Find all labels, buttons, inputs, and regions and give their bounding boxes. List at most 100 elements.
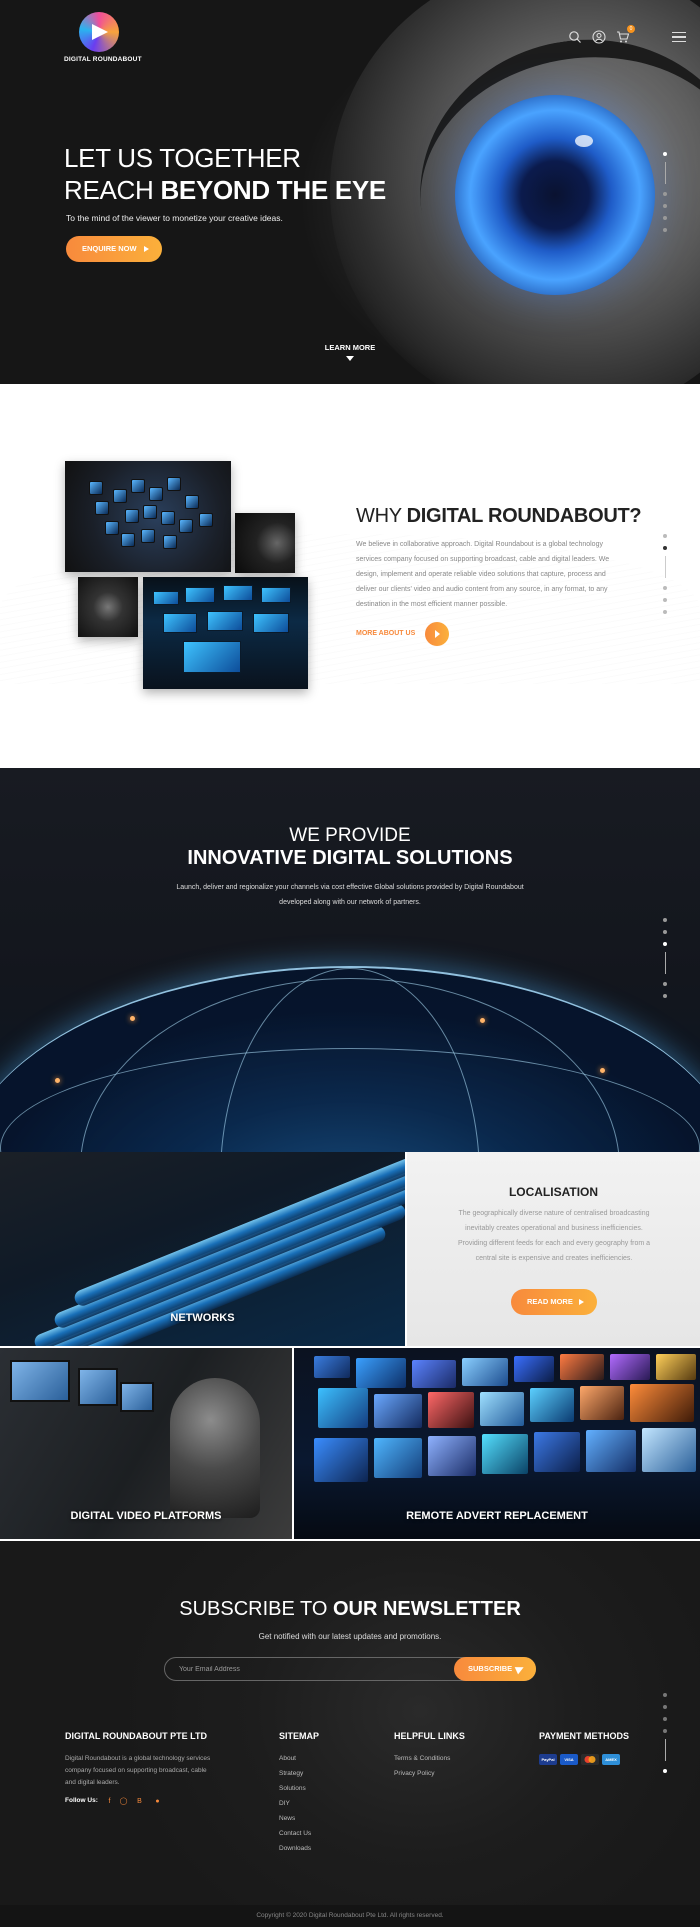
why-title: WHY DIGITAL ROUNDABOUT?: [356, 505, 642, 528]
section-dot[interactable]: [663, 204, 667, 208]
why-title-bold: DIGITAL ROUNDABOUT?: [406, 505, 642, 527]
section-dot[interactable]: [663, 534, 667, 538]
play-arrow-icon: [144, 246, 149, 252]
more-about-us-link[interactable]: MORE ABOUT US: [356, 622, 415, 646]
sitemap-link-about[interactable]: About: [279, 1751, 311, 1766]
why-section: WHY DIGITAL ROUNDABOUT? We believe in co…: [0, 384, 700, 768]
section-dot[interactable]: [663, 994, 667, 998]
provide-description: Launch, deliver and regionalize your cha…: [176, 884, 524, 906]
camera-photo: [78, 577, 138, 637]
sitemap-link-downloads[interactable]: Downloads: [279, 1841, 311, 1856]
chevron-down-icon: [346, 356, 354, 361]
privacy-link[interactable]: Privacy Policy: [394, 1766, 450, 1781]
facebook-icon[interactable]: f: [105, 1797, 114, 1806]
sitemap-link-contact[interactable]: Contact Us: [279, 1826, 311, 1841]
newsletter-subtitle: Get notified with our latest updates and…: [258, 1632, 442, 1641]
remote-advert-label: REMOTE ADVERT REPLACEMENT: [406, 1510, 588, 1522]
section-dots: [662, 1693, 668, 1781]
paper-plane-icon: [514, 1663, 526, 1675]
hero-section: DIGITAL ROUNDABOUT 0 LET US TOGETHER REA…: [0, 0, 700, 384]
site-logo[interactable]: DIGITAL ROUNDABOUT: [64, 12, 142, 63]
helpful-links-list: Terms & Conditions Privacy Policy: [394, 1751, 450, 1781]
section-dot[interactable]: [663, 982, 667, 986]
section-dot[interactable]: [663, 930, 667, 934]
sitemap-list: About Strategy Solutions DIY News Contac…: [279, 1751, 311, 1856]
section-dot[interactable]: [663, 1769, 667, 1773]
dot-connector: [664, 556, 666, 578]
sitemap-link-strategy[interactable]: Strategy: [279, 1766, 311, 1781]
remote-advert-replacement-tile[interactable]: REMOTE ADVERT REPLACEMENT: [294, 1348, 700, 1539]
read-more-button[interactable]: READ MORE: [511, 1289, 597, 1315]
dot-connector: [664, 162, 666, 184]
sitemap-title: SITEMAP: [279, 1731, 320, 1741]
localisation-title: LOCALISATION: [508, 1185, 599, 1199]
section-dot[interactable]: [663, 216, 667, 220]
newsletter-title-bold: OUR NEWSLETTER: [332, 1598, 521, 1620]
sitemap-link-solutions[interactable]: Solutions: [279, 1781, 311, 1796]
sitemap-link-diy[interactable]: DIY: [279, 1796, 311, 1811]
search-icon[interactable]: [568, 30, 582, 44]
provide-heading-light: WE PROVIDE: [289, 825, 411, 846]
newsletter-title: SUBSCRIBE TO OUR NEWSLETTER: [0, 1598, 700, 1621]
section-dot[interactable]: [663, 1693, 667, 1697]
section-dot[interactable]: [663, 918, 667, 922]
section-dots: [662, 152, 668, 240]
payment-methods-title: PAYMENT METHODS: [539, 1731, 630, 1741]
localisation-description: The geographically diverse nature of cen…: [457, 1210, 651, 1262]
globe-city-image: [0, 966, 700, 1152]
user-icon[interactable]: [592, 30, 606, 44]
section-dot[interactable]: [663, 586, 667, 590]
pinterest-icon[interactable]: ●: [153, 1797, 162, 1806]
section-dot[interactable]: [663, 598, 667, 602]
enquire-now-button[interactable]: ENQUIRE NOW: [66, 236, 162, 262]
hero-title: LET US TOGETHER REACH BEYOND THE EYE: [64, 142, 386, 206]
section-dot[interactable]: [663, 1705, 667, 1709]
cart-icon[interactable]: 0: [616, 25, 635, 44]
section-dot[interactable]: [663, 152, 667, 156]
hero-subtitle: To the mind of the viewer to monetize yo…: [66, 213, 283, 223]
copyright-text: Copyright © 2020 Digital Roundabout Pte …: [0, 1905, 700, 1927]
dot-connector: [664, 1739, 666, 1761]
section-dot[interactable]: [663, 942, 667, 946]
cart-count-badge: 0: [627, 25, 635, 33]
mastercard-icon: [581, 1754, 599, 1765]
terms-link[interactable]: Terms & Conditions: [394, 1751, 450, 1766]
digital-video-platforms-tile[interactable]: DIGITAL VIDEO PLATFORMS: [0, 1348, 292, 1539]
section-dots: [662, 534, 668, 622]
hero-title-line1: LET US TOGETHER: [64, 143, 301, 173]
section-dot[interactable]: [663, 228, 667, 232]
operator-figure: [170, 1378, 260, 1518]
sitemap-link-news[interactable]: News: [279, 1811, 311, 1826]
header-icons: 0: [568, 25, 635, 44]
provide-heading-bold: INNOVATIVE DIGITAL SOLUTIONS: [187, 847, 513, 869]
play-arrow-icon: [579, 1299, 584, 1305]
menu-icon[interactable]: [672, 32, 686, 45]
logo-text: DIGITAL ROUNDABOUT: [64, 56, 142, 63]
screens-photo: [143, 577, 308, 689]
more-about-us-arrow-button[interactable]: [425, 622, 449, 646]
section-dot[interactable]: [663, 192, 667, 196]
localisation-tile: LOCALISATION The geographically diverse …: [407, 1152, 700, 1346]
subscribe-button[interactable]: SUBSCRIBE: [454, 1657, 536, 1681]
hero-title-line2-bold: BEYOND THE EYE: [160, 175, 386, 205]
why-title-light: WHY: [356, 505, 407, 527]
learn-more-link[interactable]: LEARN MORE: [300, 343, 400, 361]
company-description: Digital Roundabout is a global technolog…: [65, 1755, 211, 1786]
projector-photo: [235, 513, 295, 573]
section-dot[interactable]: [663, 1729, 667, 1733]
section-dot[interactable]: [663, 1717, 667, 1721]
subscribe-label: SUBSCRIBE: [468, 1664, 513, 1673]
networks-tile[interactable]: NETWORKS: [0, 1152, 405, 1346]
newsletter-title-light: SUBSCRIBE TO: [179, 1598, 333, 1620]
visa-icon: VISA: [560, 1754, 578, 1765]
cubes-photo: [65, 461, 231, 572]
enquire-now-label: ENQUIRE NOW: [82, 244, 137, 253]
section-dot[interactable]: [663, 546, 667, 550]
read-more-label: READ MORE: [527, 1297, 573, 1306]
behance-icon[interactable]: B: [135, 1797, 144, 1806]
networks-label: NETWORKS: [170, 1312, 235, 1324]
helpful-links-title: HELPFUL LINKS: [394, 1731, 465, 1741]
section-dot[interactable]: [663, 610, 667, 614]
instagram-icon[interactable]: ◯: [119, 1797, 128, 1806]
learn-more-label: LEARN MORE: [324, 343, 376, 352]
